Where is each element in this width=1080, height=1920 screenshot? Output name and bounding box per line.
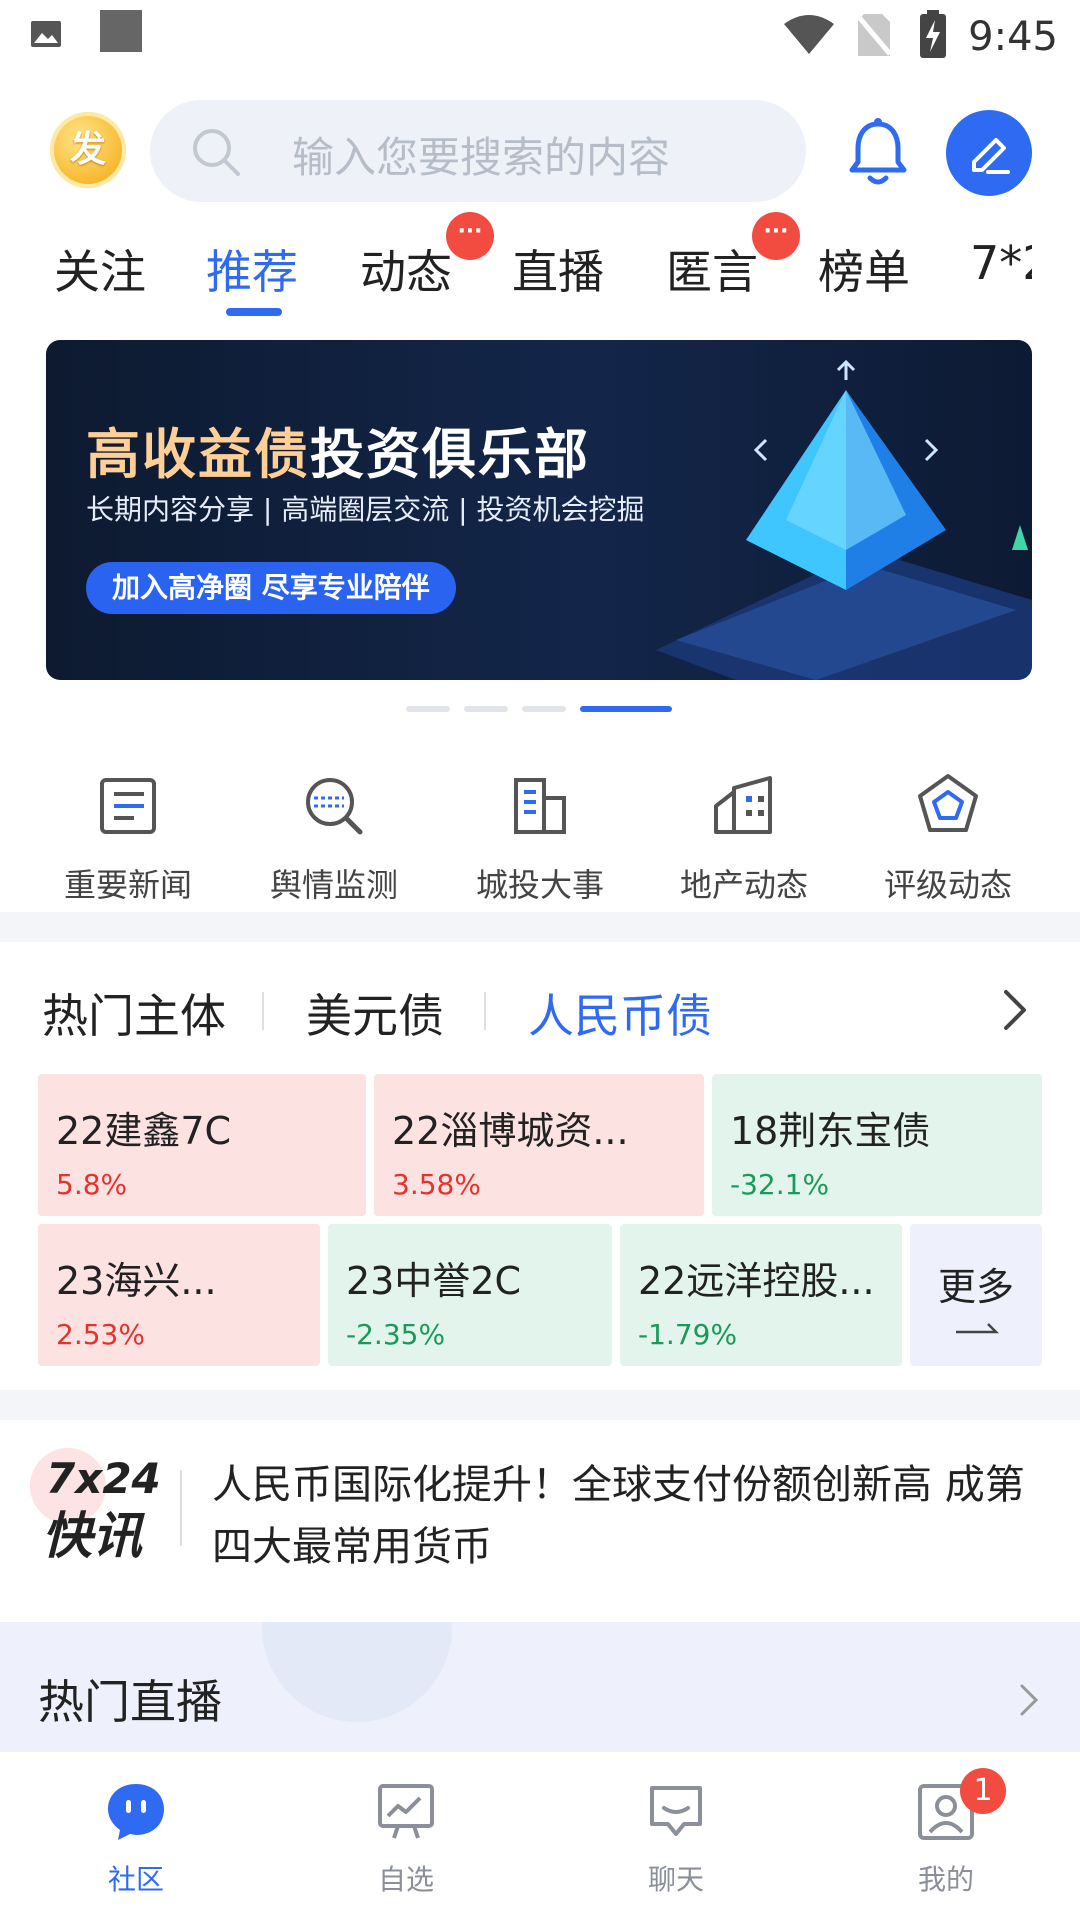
- clock: 9:45: [968, 14, 1058, 60]
- section-divider: [0, 912, 1080, 942]
- tab-divider: [484, 992, 486, 1030]
- bond-change: -2.35%: [346, 1318, 446, 1351]
- bond-name: 23中誉2C: [346, 1259, 522, 1303]
- flash-divider: [180, 1470, 182, 1546]
- tab-7x24[interactable]: 7*2: [970, 236, 1032, 290]
- tab-anonymous-badge: ···: [752, 212, 800, 260]
- app-logo-badge[interactable]: 发: [50, 112, 126, 188]
- bond-change: -1.79%: [638, 1318, 738, 1351]
- edit-pen-icon: [972, 138, 1010, 174]
- news-icon: [100, 778, 156, 834]
- more-bonds-button[interactable]: 更多: [910, 1224, 1042, 1366]
- image-notification-icon: [31, 21, 61, 47]
- bond-name: 18荆东宝债: [730, 1109, 931, 1153]
- nav-label: 我的: [917, 1863, 974, 1896]
- promo-banner[interactable]: 高收益债投资俱乐部 长期内容分享 | 高端圈层交流 | 投资机会挖掘 加入高净圈…: [46, 340, 1032, 680]
- tab-rankings[interactable]: 榜单: [818, 236, 910, 302]
- bond-name: 23海兴...: [56, 1259, 217, 1303]
- nav-label: 自选: [377, 1863, 434, 1896]
- search-icon: [193, 129, 240, 176]
- bond-tab-usd-bonds[interactable]: 美元债: [306, 980, 444, 1046]
- logo-text: 发: [69, 129, 106, 170]
- quick-entry-sentiment[interactable]: 舆情监测: [244, 770, 424, 906]
- quick-entry-urban-investment[interactable]: 城投大事: [450, 770, 630, 906]
- bond-change: 5.8%: [56, 1168, 128, 1201]
- banner-page-dot-3[interactable]: [522, 706, 566, 712]
- tab-active-indicator: [226, 308, 282, 316]
- bond-cell[interactable]: 22淄博城资... 3.58%: [374, 1074, 704, 1216]
- bond-tab-cny-bonds[interactable]: 人民币债: [528, 980, 712, 1046]
- search-bar[interactable]: 输入您要搜索的内容: [150, 100, 806, 202]
- tab-anonymous[interactable]: 匿言: [666, 236, 758, 302]
- real-estate-icon: [714, 776, 772, 834]
- bond-cell[interactable]: 23海兴... 2.53%: [38, 1224, 320, 1366]
- nav-community[interactable]: 社区: [56, 1780, 216, 1898]
- quick-entry-label: 地产动态: [679, 866, 808, 904]
- search-placeholder: 输入您要搜索的内容: [292, 133, 671, 182]
- monitor-search-icon: [306, 778, 363, 835]
- section-divider: [0, 1390, 1080, 1420]
- tab-follow[interactable]: 关注: [54, 236, 146, 302]
- tab-live[interactable]: 直播: [512, 236, 604, 302]
- more-label: 更多: [937, 1265, 1014, 1309]
- nav-label: 聊天: [647, 1863, 704, 1896]
- compose-button[interactable]: [946, 110, 1032, 196]
- app-notification-icon: [100, 10, 142, 52]
- banner-title-rest: 投资俱乐部: [310, 423, 590, 486]
- banner-title-highlight: 高收益债: [86, 423, 310, 486]
- bond-name: 22远洋控股...: [638, 1259, 875, 1303]
- community-icon: [108, 1784, 164, 1840]
- arrow-right-icon: [956, 1323, 1000, 1334]
- nav-watchlist[interactable]: 自选: [326, 1780, 486, 1898]
- tab-divider: [262, 992, 264, 1030]
- profile-notification-badge: 1: [960, 1768, 1006, 1814]
- bond-name: 22建鑫7C: [56, 1109, 232, 1153]
- flash-logo-line1: 7x24: [46, 1454, 161, 1503]
- no-sim-icon: [856, 14, 892, 56]
- tab-updates[interactable]: 动态: [360, 236, 452, 302]
- tab-7x24-clip: 7*2: [970, 236, 1032, 296]
- tab-updates-badge: ···: [446, 212, 494, 260]
- bond-cell[interactable]: 22建鑫7C 5.8%: [38, 1074, 366, 1216]
- wifi-icon: [784, 15, 834, 54]
- nav-chat[interactable]: 聊天: [596, 1780, 756, 1898]
- quick-entry-label: 城投大事: [475, 866, 604, 904]
- bond-name: 22淄博城资...: [392, 1109, 629, 1153]
- banner-join-button[interactable]: 加入高净圈 尽享专业陪伴: [86, 562, 456, 614]
- quick-entry-rating[interactable]: 评级动态: [858, 770, 1038, 906]
- watchlist-icon: [378, 1784, 434, 1839]
- bond-cell[interactable]: 18荆东宝债 -32.1%: [712, 1074, 1042, 1216]
- chevron-right-icon[interactable]: [1000, 988, 1030, 1032]
- banner-page-dot-1[interactable]: [406, 706, 450, 712]
- banner-title: 高收益债投资俱乐部: [86, 410, 590, 489]
- quick-entry-real-estate[interactable]: 地产动态: [654, 770, 834, 906]
- nav-label: 社区: [107, 1863, 164, 1896]
- chat-icon: [650, 1786, 702, 1836]
- banner-page-dot-4[interactable]: [580, 706, 672, 712]
- building-icon: [514, 778, 566, 834]
- banner-subtitle: 长期内容分享 | 高端圈层交流 | 投资机会挖掘: [86, 493, 645, 526]
- bond-cell[interactable]: 22远洋控股... -1.79%: [620, 1224, 902, 1366]
- flash-news-headline[interactable]: 人民币国际化提升！全球支付份额创新高 成第四大最常用货币: [212, 1454, 1052, 1578]
- quick-entry-label: 舆情监测: [269, 866, 398, 904]
- bell-notification-icon[interactable]: [848, 118, 908, 188]
- chevron-right-icon[interactable]: [1018, 1682, 1040, 1718]
- bond-tab-hot-issuers[interactable]: 热门主体: [42, 980, 226, 1046]
- bond-change: 2.53%: [56, 1318, 145, 1351]
- pyramid-illustration: [656, 359, 1032, 680]
- hot-live-title: 热门直播: [38, 1675, 222, 1729]
- rating-pentagon-icon: [918, 774, 978, 832]
- flash-logo-line2: 快讯: [42, 1507, 142, 1565]
- bond-change: 3.58%: [392, 1168, 481, 1201]
- status-bar: 9:45: [0, 0, 1080, 76]
- banner-page-dot-2[interactable]: [464, 706, 508, 712]
- quick-entry-label: 评级动态: [883, 866, 1012, 904]
- bond-cell[interactable]: 23中誉2C -2.35%: [328, 1224, 612, 1366]
- battery-charging-icon: [920, 10, 946, 58]
- tab-recommend[interactable]: 推荐: [206, 236, 298, 302]
- quick-entry-label: 重要新闻: [63, 866, 192, 904]
- quick-entry-news[interactable]: 重要新闻: [38, 770, 218, 906]
- bond-change: -32.1%: [730, 1168, 830, 1201]
